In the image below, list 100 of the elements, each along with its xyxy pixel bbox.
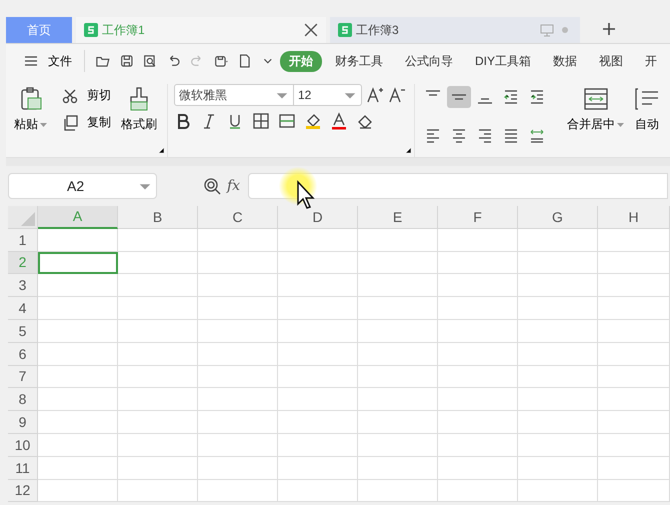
font-name-field[interactable]: 微软雅黑 <box>174 84 294 106</box>
grid-cell[interactable] <box>278 342 358 366</box>
grid-cell[interactable] <box>438 388 518 412</box>
grid-cell[interactable] <box>198 274 278 298</box>
grid-cell[interactable] <box>598 411 670 434</box>
grid-cell[interactable] <box>518 252 598 274</box>
grid-cell[interactable] <box>438 434 518 457</box>
font-color-icon[interactable] <box>330 112 348 130</box>
grid-cell[interactable] <box>278 297 358 320</box>
expand-corner-icon[interactable] <box>159 148 164 153</box>
ribbon-tab[interactable]: 开 <box>636 50 666 72</box>
row-header[interactable]: 7 <box>8 366 38 388</box>
grid-cell[interactable] <box>518 388 598 412</box>
font-size-field[interactable]: 12 <box>294 84 362 106</box>
grid-cell[interactable] <box>38 274 118 298</box>
grid-cell[interactable] <box>278 411 358 434</box>
grid-cell[interactable] <box>38 342 118 366</box>
column-header[interactable]: C <box>198 206 278 229</box>
grid-cell[interactable] <box>38 411 118 434</box>
grid-cell[interactable] <box>38 320 118 343</box>
grid-cell[interactable] <box>358 320 438 343</box>
grid-cell[interactable] <box>198 434 278 457</box>
shrink-font-icon[interactable] <box>388 86 406 104</box>
row-header[interactable]: 10 <box>8 434 38 457</box>
grid-cell[interactable] <box>598 228 670 252</box>
grid-cell[interactable] <box>598 456 670 480</box>
grid-cell[interactable] <box>598 320 670 343</box>
grid-cell[interactable] <box>358 434 438 457</box>
grid-cell[interactable] <box>198 228 278 252</box>
grid-cell[interactable] <box>358 388 438 412</box>
print-preview-icon[interactable] <box>143 53 157 69</box>
grid-cell[interactable] <box>518 320 598 343</box>
grid-cell[interactable] <box>438 228 518 252</box>
grid-cell[interactable] <box>278 456 358 480</box>
column-header[interactable]: B <box>118 206 198 229</box>
grid-cell[interactable] <box>598 342 670 366</box>
column-header[interactable]: G <box>518 206 598 229</box>
grid-cell[interactable] <box>438 320 518 343</box>
grid-cell[interactable] <box>198 480 278 502</box>
grid-cell[interactable] <box>118 388 198 412</box>
grid-cell[interactable] <box>38 366 118 388</box>
row-header[interactable]: 9 <box>8 411 38 434</box>
row-header[interactable]: 4 <box>8 297 38 320</box>
grid-cell[interactable] <box>38 388 118 412</box>
grid-cell[interactable] <box>518 274 598 298</box>
grid-cell[interactable] <box>118 366 198 388</box>
grid-cell[interactable] <box>198 320 278 343</box>
grid-cell[interactable] <box>198 342 278 366</box>
grid-cell[interactable] <box>118 252 198 274</box>
grid-cell[interactable] <box>518 342 598 366</box>
ribbon-tab[interactable]: 视图 <box>590 50 632 72</box>
expand-corner-icon[interactable] <box>406 148 411 153</box>
grid-cell[interactable] <box>118 320 198 343</box>
grid-cell[interactable] <box>278 252 358 274</box>
grid-cell[interactable] <box>358 411 438 434</box>
grid-cell[interactable] <box>358 252 438 274</box>
grid-cell[interactable] <box>598 434 670 457</box>
grid-cell[interactable] <box>278 320 358 343</box>
ribbon-tab[interactable]: 财务工具 <box>326 50 392 72</box>
copy-button[interactable]: 复制 <box>55 111 113 134</box>
grid-cell[interactable] <box>358 228 438 252</box>
format-painter-button[interactable]: 格式刷 <box>119 84 159 157</box>
grid-cell[interactable] <box>518 434 598 457</box>
formula-input[interactable] <box>248 173 668 199</box>
fill-style-icon[interactable] <box>278 112 296 130</box>
grid-cell[interactable] <box>598 297 670 320</box>
grid-cell[interactable] <box>358 456 438 480</box>
grid-cell[interactable] <box>518 456 598 480</box>
grid-cell[interactable] <box>38 434 118 457</box>
column-header[interactable]: E <box>358 206 438 229</box>
grid-cell[interactable] <box>278 480 358 502</box>
grid-cell[interactable] <box>438 456 518 480</box>
zoom-icon[interactable] <box>203 177 221 195</box>
grid-cell[interactable] <box>118 342 198 366</box>
grid-cell[interactable] <box>38 228 118 252</box>
grid-cell[interactable] <box>118 434 198 457</box>
monitor-icon[interactable] <box>540 23 554 37</box>
grid-cell[interactable] <box>358 274 438 298</box>
grid-cell[interactable] <box>38 480 118 502</box>
row-header[interactable]: 8 <box>8 388 38 412</box>
wrap-text-button[interactable]: 自动 <box>632 84 662 157</box>
row-header[interactable]: 11 <box>8 456 38 480</box>
grid-cell[interactable] <box>438 480 518 502</box>
grid-cell[interactable] <box>438 366 518 388</box>
grid-cell[interactable] <box>118 411 198 434</box>
document-tab[interactable]: 工作簿3 <box>330 17 580 43</box>
grid-cell[interactable] <box>598 274 670 298</box>
row-header[interactable]: 3 <box>8 274 38 298</box>
column-header[interactable]: D <box>278 206 358 229</box>
grid-cell[interactable] <box>38 297 118 320</box>
align-middle-button[interactable] <box>447 86 471 108</box>
grid-cell[interactable] <box>278 434 358 457</box>
grid-cell[interactable] <box>438 297 518 320</box>
close-icon[interactable] <box>304 23 318 37</box>
grid-cell[interactable] <box>438 252 518 274</box>
cut-button[interactable]: 剪切 <box>55 84 113 107</box>
grid-cell[interactable] <box>278 228 358 252</box>
grid-cell[interactable] <box>598 252 670 274</box>
row-header[interactable]: 12 <box>8 480 38 502</box>
border-icon[interactable] <box>252 112 270 130</box>
